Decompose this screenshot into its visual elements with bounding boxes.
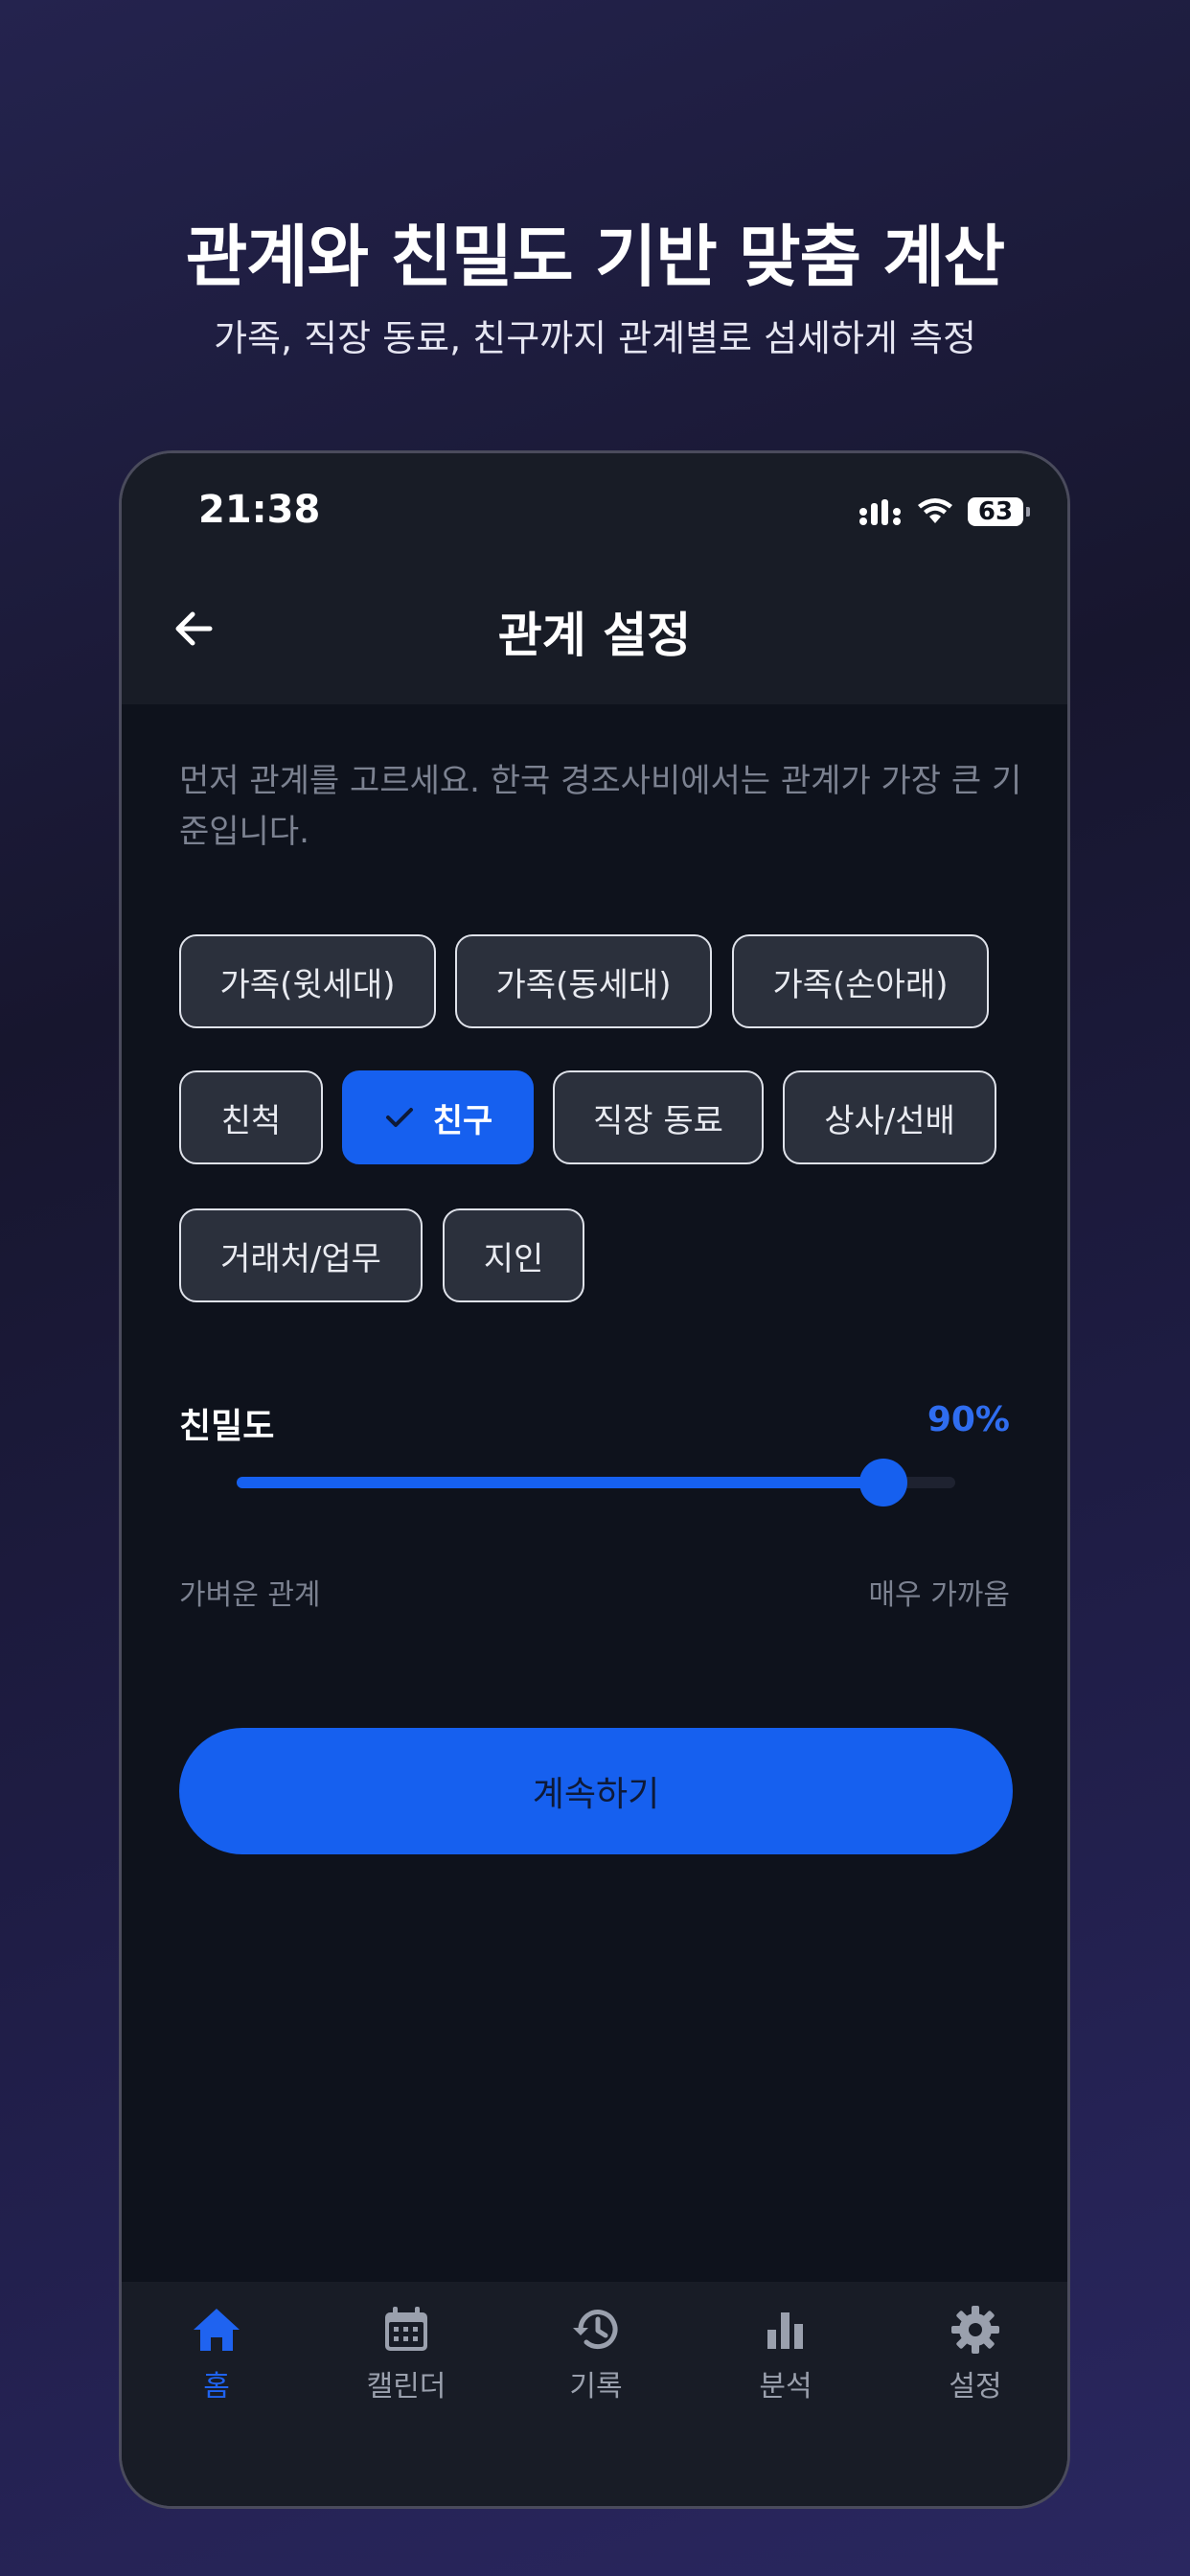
chip-business[interactable]: 거래처/업무 xyxy=(179,1208,423,1302)
chip-label: 직장 동료 xyxy=(593,1101,723,1140)
chip-coworker[interactable]: 직장 동료 xyxy=(553,1070,764,1164)
tab-label: 기록 xyxy=(569,2370,623,2404)
chip-label: 가족(동세대) xyxy=(495,965,672,1004)
check-icon xyxy=(385,1108,413,1127)
top-bar: 21:38 63 관계 설정 xyxy=(122,453,1067,704)
slider-thumb[interactable] xyxy=(859,1459,907,1506)
chip-family-junior[interactable]: 가족(손아래) xyxy=(732,934,989,1028)
calendar-icon xyxy=(385,2307,427,2351)
status-icons: 63 xyxy=(858,495,1030,528)
page-title: 관계 설정 xyxy=(497,608,692,663)
tab-home[interactable]: 홈 xyxy=(122,2303,311,2404)
chip-label: 지인 xyxy=(483,1239,544,1278)
chip-relative[interactable]: 친척 xyxy=(179,1070,323,1164)
tab-label: 홈 xyxy=(203,2370,230,2404)
gear-icon xyxy=(951,2306,999,2354)
chip-label: 가족(윗세대) xyxy=(219,965,396,1004)
slider-min-label: 가벼운 관계 xyxy=(179,1578,321,1612)
battery-level: 63 xyxy=(977,497,1014,526)
chip-label: 친척 xyxy=(220,1101,282,1140)
tab-history[interactable]: 기록 xyxy=(501,2303,691,2404)
intro-text: 먼저 관계를 고르세요. 한국 경조사비에서는 관계가 가장 큰 기준입니다. xyxy=(179,762,1022,851)
continue-button[interactable]: 계속하기 xyxy=(179,1728,1013,1854)
tab-calendar[interactable]: 캘린더 xyxy=(311,2303,501,2404)
chip-friend[interactable]: 친구 xyxy=(342,1070,534,1164)
slider-max-label: 매우 가까움 xyxy=(868,1578,1010,1612)
tab-label: 분석 xyxy=(759,2370,812,2404)
chip-acquaintance[interactable]: 지인 xyxy=(443,1208,584,1302)
hero-subtitle: 가족, 직장 동료, 친구까지 관계별로 섬세하게 측정 xyxy=(214,317,976,359)
slider-fill xyxy=(237,1477,883,1488)
hero-title: 관계와 친밀도 기반 맞춤 계산 xyxy=(185,218,1005,296)
tab-settings[interactable]: 설정 xyxy=(881,2303,1067,2404)
tab-label: 캘린더 xyxy=(366,2370,446,2404)
chip-label: 친구 xyxy=(432,1101,493,1140)
chip-senior[interactable]: 상사/선배 xyxy=(783,1070,996,1164)
chip-family-elder[interactable]: 가족(윗세대) xyxy=(179,934,436,1028)
status-time: 21:38 xyxy=(198,488,321,532)
tab-analysis[interactable]: 분석 xyxy=(691,2303,881,2404)
wifi-icon xyxy=(918,498,952,523)
chip-label: 거래처/업무 xyxy=(220,1239,381,1278)
bar-chart-icon xyxy=(767,2312,803,2349)
battery-icon: 63 xyxy=(968,497,1030,526)
home-icon xyxy=(194,2309,240,2351)
phone-frame: 21:38 63 관계 설정 먼저 관계를 고르세요. 한국 경조사비에서는 관… xyxy=(119,450,1070,2509)
intimacy-label: 친밀도 xyxy=(179,1407,275,1446)
chip-label: 가족(손아래) xyxy=(772,965,949,1004)
signal-icon xyxy=(859,499,901,525)
tab-label: 설정 xyxy=(949,2370,1002,2404)
chip-label: 상사/선배 xyxy=(824,1101,955,1140)
intimacy-slider[interactable] xyxy=(237,1458,955,1506)
intimacy-value: 90% xyxy=(927,1400,1010,1439)
bottom-tab-bar: 홈 캘린더 기록 분석 설정 xyxy=(122,2282,1067,2506)
history-icon xyxy=(573,2310,618,2350)
chip-family-peer[interactable]: 가족(동세대) xyxy=(455,934,712,1028)
